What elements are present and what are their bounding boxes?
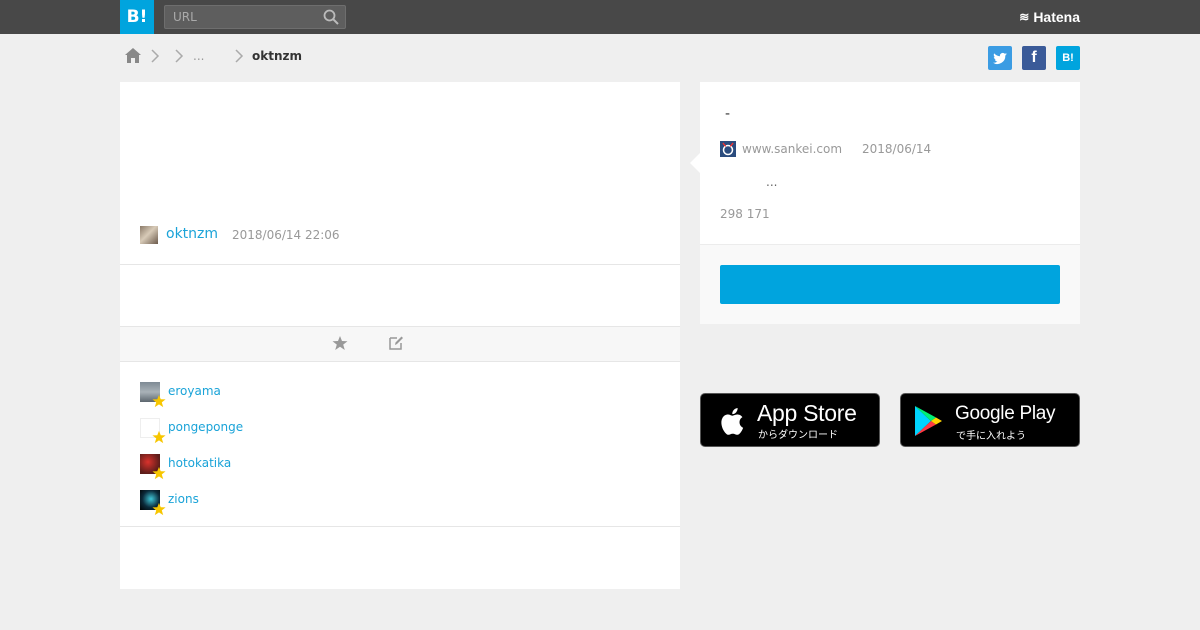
share-facebook-button[interactable]: f	[1022, 46, 1046, 70]
star-icon	[152, 394, 166, 408]
edit-icon[interactable]	[388, 335, 404, 351]
app-store-subtitle: からダウンロード	[758, 430, 838, 441]
google-play-subtitle: で手に入れよう	[956, 431, 1026, 442]
divider	[120, 526, 680, 527]
starrer-username[interactable]: hotokatika	[168, 456, 231, 470]
entry-snippet: ...	[766, 175, 778, 189]
hatena-brand-text: Hatena	[1033, 9, 1080, 25]
entry-footer	[700, 244, 1080, 324]
search-box	[164, 5, 346, 29]
entry-domain[interactable]: www.sankei.com	[742, 142, 842, 156]
entry-title[interactable]: -	[725, 106, 730, 122]
chevron-right-icon	[235, 49, 244, 63]
hatena-bookmark-icon: B!	[1062, 52, 1074, 64]
chevron-right-icon	[175, 49, 184, 63]
breadcrumb-current: oktnzm	[252, 49, 302, 63]
google-play-icon	[915, 406, 942, 436]
twitter-icon	[993, 52, 1007, 64]
share-hatena-button[interactable]: B!	[1056, 46, 1080, 70]
share-twitter-button[interactable]	[988, 46, 1012, 70]
view-entry-button[interactable]	[720, 265, 1060, 304]
list-item: pongeponge	[140, 418, 340, 444]
starrer-username[interactable]: zions	[168, 492, 199, 506]
breadcrumb-category[interactable]: ...	[193, 49, 204, 63]
google-play-title: Google Play	[955, 403, 1056, 424]
card-notch	[690, 153, 700, 173]
comment-username[interactable]: oktnzm	[166, 226, 218, 242]
hatena-mark-icon: ≋	[1019, 10, 1030, 24]
list-item: zions	[140, 490, 340, 516]
chevron-right-icon	[151, 49, 160, 63]
entry-bookmark-counts: 298 171	[720, 207, 770, 221]
home-icon[interactable]	[124, 47, 142, 64]
bookmark-comment-card: oktnzm 2018/06/14 22:06 eroyama pongepon…	[120, 82, 680, 589]
star-icon	[152, 430, 166, 444]
site-favicon-icon	[720, 141, 736, 157]
star-icon[interactable]	[332, 335, 348, 351]
entry-card: - www.sankei.com 2018/06/14 ... 298 171	[690, 82, 1080, 324]
star-icon	[152, 466, 166, 480]
entry-date: 2018/06/14	[862, 142, 932, 156]
facebook-icon: f	[1031, 49, 1037, 66]
search-icon[interactable]	[323, 9, 339, 25]
apple-icon	[721, 408, 744, 435]
divider	[120, 264, 680, 265]
hatena-bookmark-logo[interactable]: B!	[120, 0, 154, 34]
search-input[interactable]	[165, 6, 315, 28]
app-store-badge[interactable]: App Store からダウンロード	[700, 393, 880, 447]
google-play-badge[interactable]: Google Play で手に入れよう	[900, 393, 1080, 447]
list-item: hotokatika	[140, 454, 340, 480]
app-store-title: App Store	[757, 400, 857, 426]
starrer-username[interactable]: pongeponge	[168, 420, 243, 434]
hatena-brand-link[interactable]: ≋ Hatena	[1019, 0, 1080, 34]
top-bar: B! ≋Hatena	[0, 0, 1200, 34]
star-icon	[152, 502, 166, 516]
comment-action-bar	[120, 326, 680, 362]
comment-timestamp[interactable]: 2018/06/14 22:06	[232, 228, 340, 242]
list-item: eroyama	[140, 382, 340, 408]
starrer-username[interactable]: eroyama	[168, 384, 221, 398]
avatar[interactable]	[140, 226, 158, 244]
